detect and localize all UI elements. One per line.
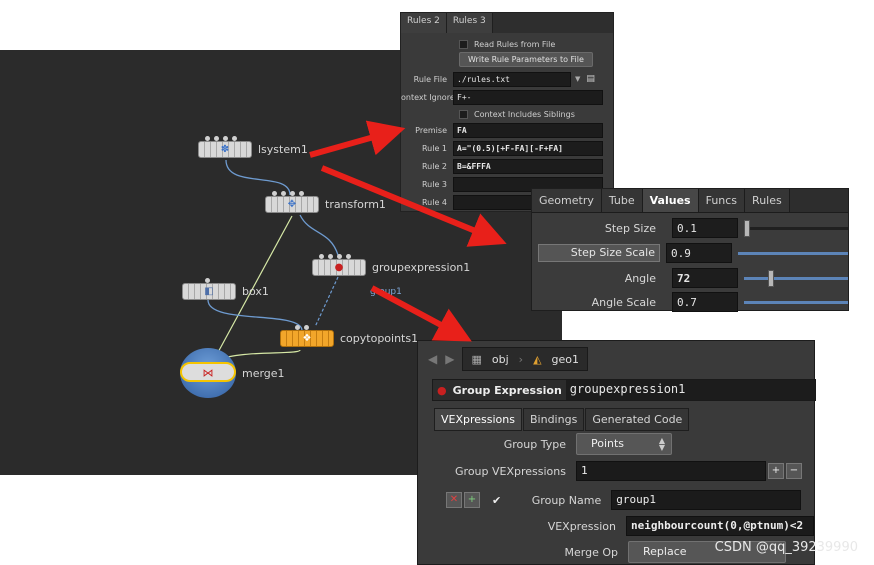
- arrow-to-group-expression: [370, 285, 472, 342]
- watermark: CSDN @qq_39239990: [714, 540, 858, 555]
- annotation-arrows: [309, 120, 507, 342]
- arrow-to-values: [320, 165, 507, 247]
- arrow-to-rules: [309, 120, 406, 158]
